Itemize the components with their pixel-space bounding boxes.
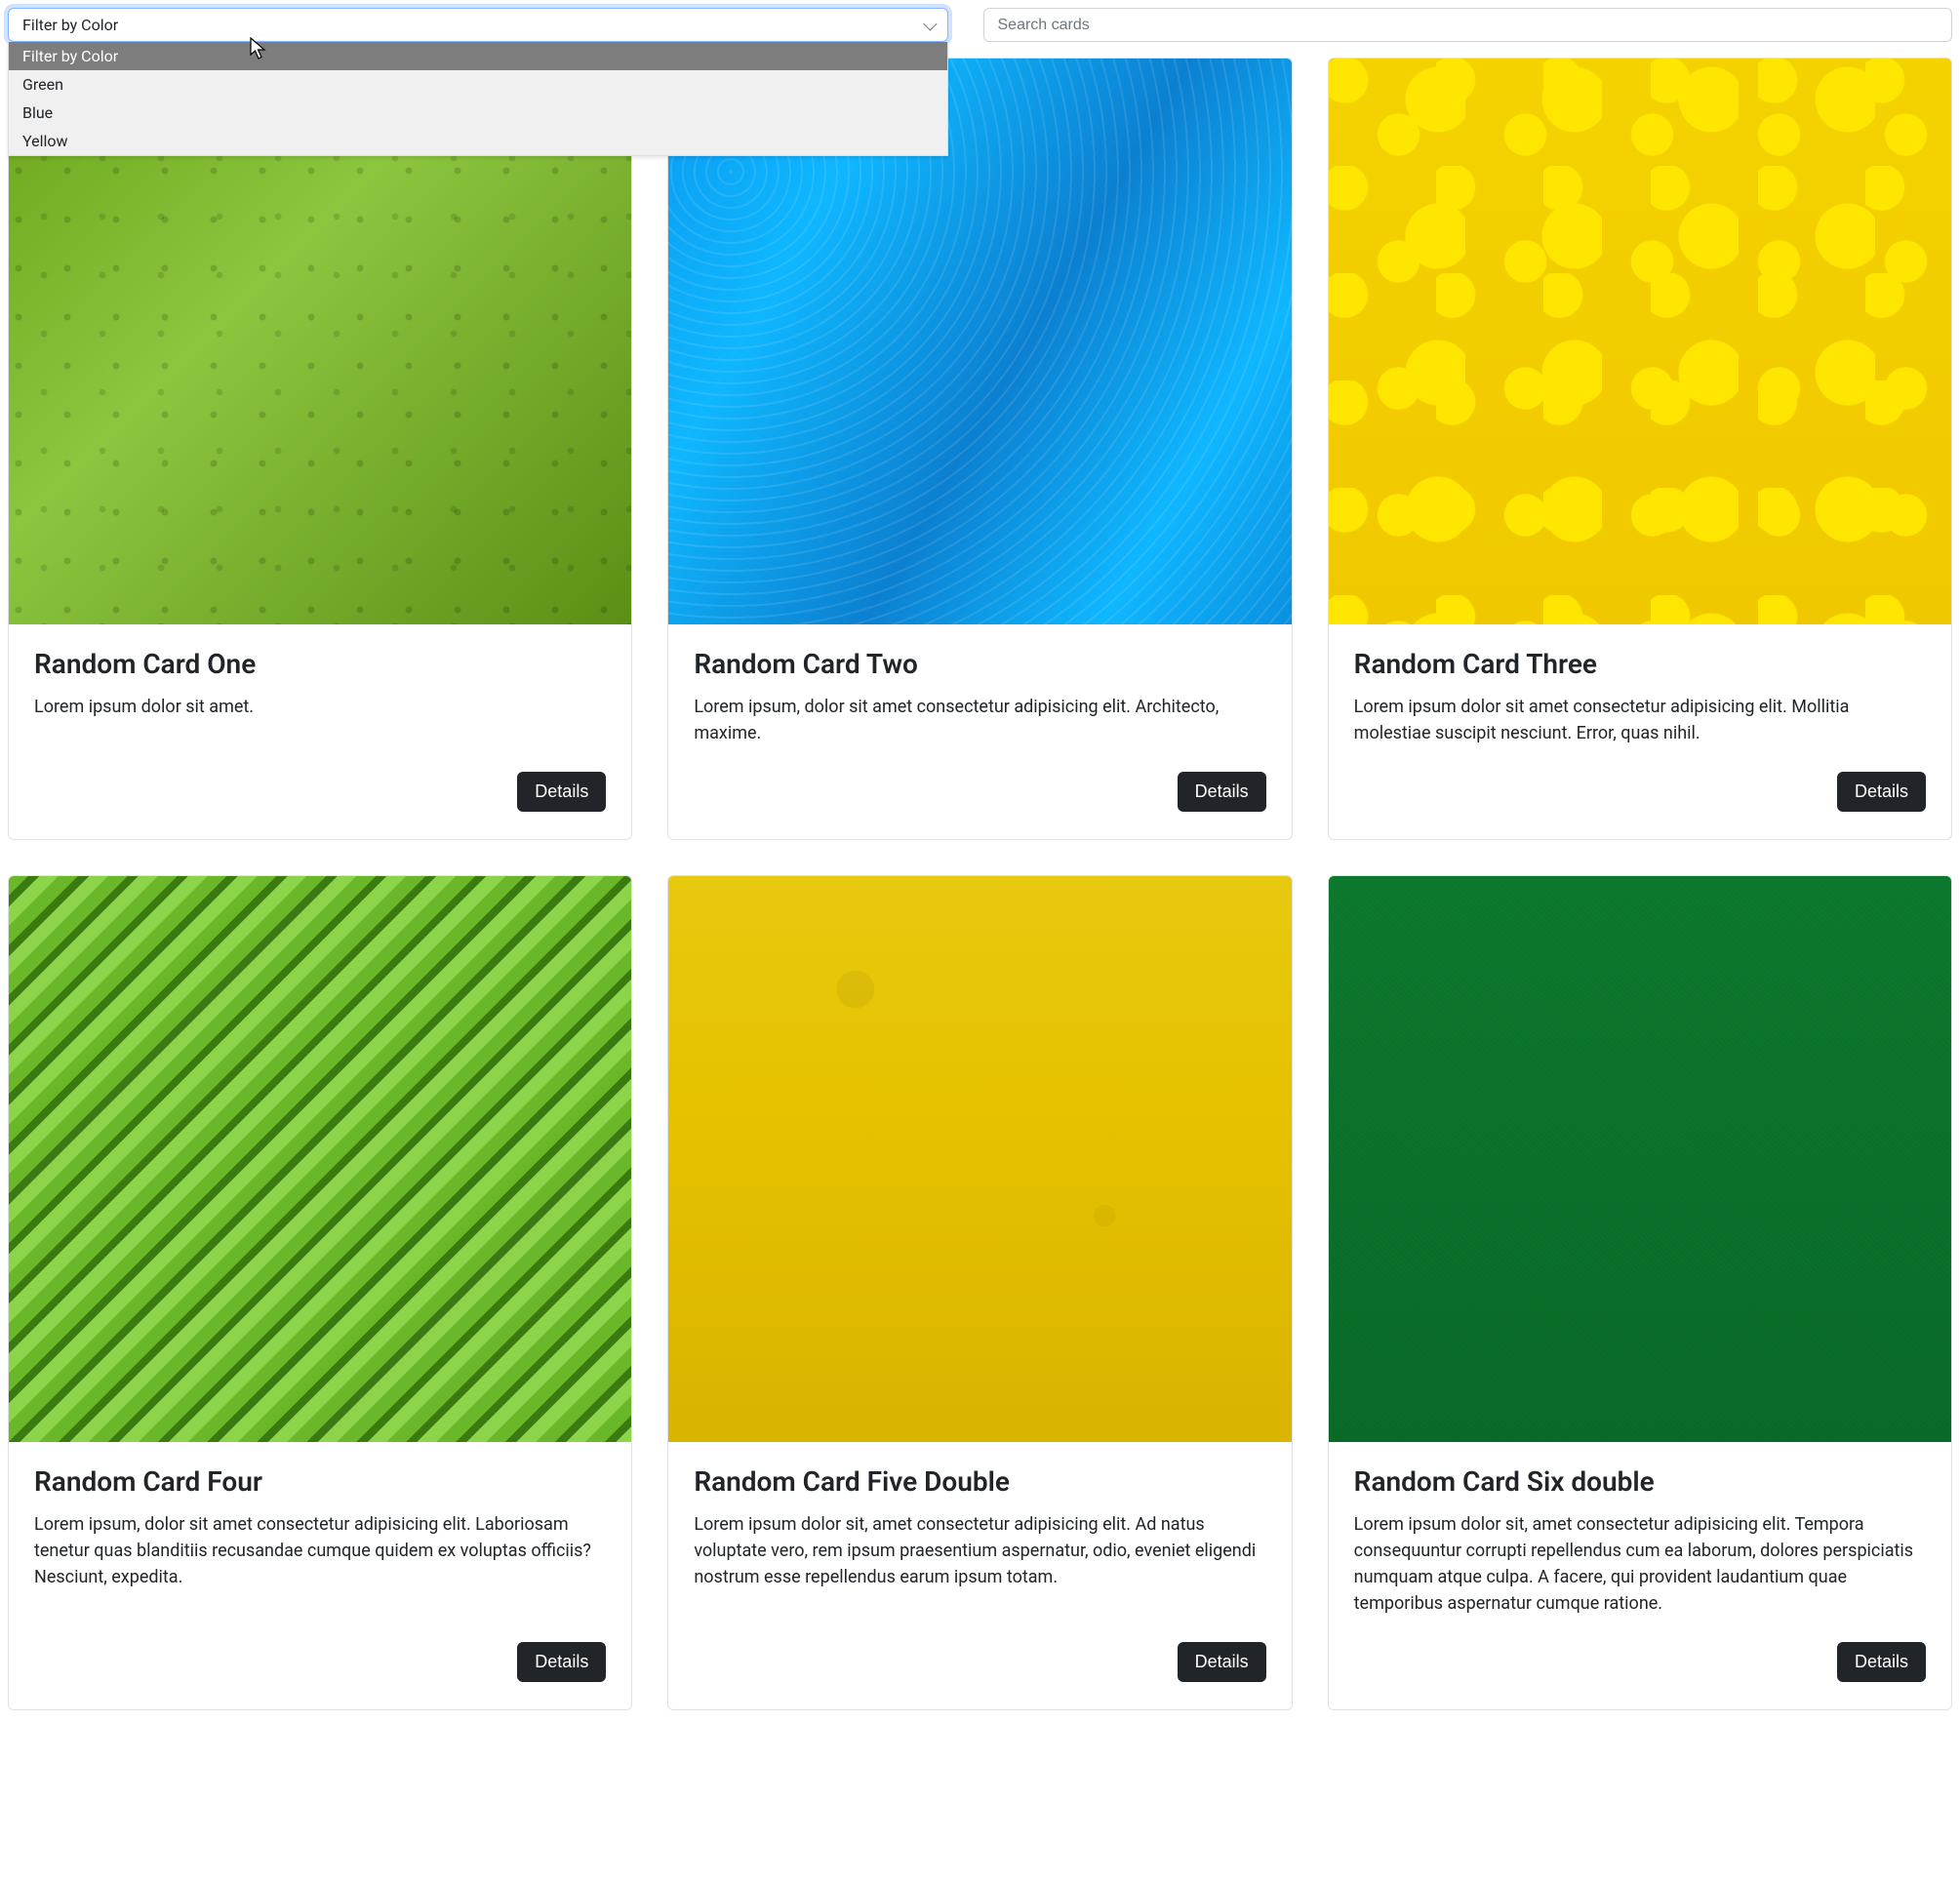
card: Random Card One Lorem ipsum dolor sit am…: [8, 58, 632, 840]
card-title: Random Card One: [34, 648, 606, 680]
filter-select-wrap: Filter by Color Filter by Color Green Bl…: [8, 8, 948, 42]
card-footer: Details: [34, 772, 606, 812]
card-text: Lorem ipsum dolor sit, amet consectetur …: [1354, 1511, 1926, 1617]
filter-select[interactable]: Filter by Color: [8, 8, 948, 42]
card-title: Random Card Three: [1354, 648, 1926, 680]
card-title: Random Card Six double: [1354, 1465, 1926, 1498]
card-image: [9, 876, 631, 1442]
details-button[interactable]: Details: [1178, 1642, 1266, 1682]
filter-option[interactable]: Yellow: [9, 127, 947, 155]
card-image: [668, 876, 1291, 1442]
filter-select-value: Filter by Color: [22, 16, 118, 34]
details-button[interactable]: Details: [1837, 1642, 1926, 1682]
filter-dropdown: Filter by Color Green Blue Yellow: [8, 42, 948, 156]
card-text: Lorem ipsum dolor sit, amet consectetur …: [694, 1511, 1265, 1617]
card: Random Card Four Lorem ipsum, dolor sit …: [8, 875, 632, 1710]
filter-option[interactable]: Blue: [9, 99, 947, 127]
card-title: Random Card Five Double: [694, 1465, 1265, 1498]
card: Random Card Five Double Lorem ipsum dolo…: [667, 875, 1292, 1710]
card-text: Lorem ipsum, dolor sit amet consectetur …: [694, 694, 1265, 746]
card-body: Random Card Six double Lorem ipsum dolor…: [1329, 1442, 1951, 1709]
card-footer: Details: [694, 772, 1265, 812]
search-input[interactable]: [983, 8, 1953, 42]
details-button[interactable]: Details: [517, 1642, 606, 1682]
card-body: Random Card One Lorem ipsum dolor sit am…: [9, 624, 631, 839]
card-body: Random Card Five Double Lorem ipsum dolo…: [668, 1442, 1291, 1709]
card: Random Card Six double Lorem ipsum dolor…: [1328, 875, 1952, 1710]
card-image: [1329, 59, 1951, 624]
card-body: Random Card Two Lorem ipsum, dolor sit a…: [668, 624, 1291, 839]
card-footer: Details: [694, 1642, 1265, 1682]
card-text: Lorem ipsum dolor sit amet consectetur a…: [1354, 694, 1926, 746]
card-footer: Details: [1354, 772, 1926, 812]
details-button[interactable]: Details: [517, 772, 606, 812]
details-button[interactable]: Details: [1837, 772, 1926, 812]
card: Random Card Two Lorem ipsum, dolor sit a…: [667, 58, 1292, 840]
card: Random Card Three Lorem ipsum dolor sit …: [1328, 58, 1952, 840]
card-body: Random Card Four Lorem ipsum, dolor sit …: [9, 1442, 631, 1709]
card-title: Random Card Four: [34, 1465, 606, 1498]
details-button[interactable]: Details: [1178, 772, 1266, 812]
card-footer: Details: [34, 1642, 606, 1682]
filter-option[interactable]: Green: [9, 70, 947, 99]
card-text: Lorem ipsum dolor sit amet.: [34, 694, 606, 746]
filter-option[interactable]: Filter by Color: [9, 42, 947, 70]
card-text: Lorem ipsum, dolor sit amet consectetur …: [34, 1511, 606, 1617]
card-image: [1329, 876, 1951, 1442]
card-footer: Details: [1354, 1642, 1926, 1682]
chevron-down-icon: [923, 17, 937, 30]
card-title: Random Card Two: [694, 648, 1265, 680]
card-grid: Random Card One Lorem ipsum dolor sit am…: [8, 58, 1952, 1710]
card-body: Random Card Three Lorem ipsum dolor sit …: [1329, 624, 1951, 839]
